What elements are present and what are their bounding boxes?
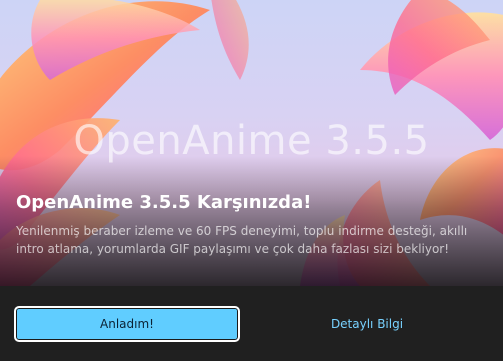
update-dialog: OpenAnime 3.5.5 OpenAnime 3.5.5 Karşınız… xyxy=(0,0,503,361)
dialog-description: Yenilenmiş beraber izleme ve 60 FPS dene… xyxy=(16,224,468,256)
hero-banner: OpenAnime 3.5.5 OpenAnime 3.5.5 Karşınız… xyxy=(0,0,503,286)
hero-gradient-overlay xyxy=(0,156,503,286)
acknowledge-button[interactable]: Anladım! xyxy=(14,306,240,342)
dialog-footer: Anladım! Detaylı Bilgi xyxy=(0,286,503,361)
dialog-title: OpenAnime 3.5.5 Karşınızda! xyxy=(16,192,312,213)
hero-logo-text: OpenAnime 3.5.5 xyxy=(73,118,430,164)
more-info-button[interactable]: Detaylı Bilgi xyxy=(254,306,480,342)
